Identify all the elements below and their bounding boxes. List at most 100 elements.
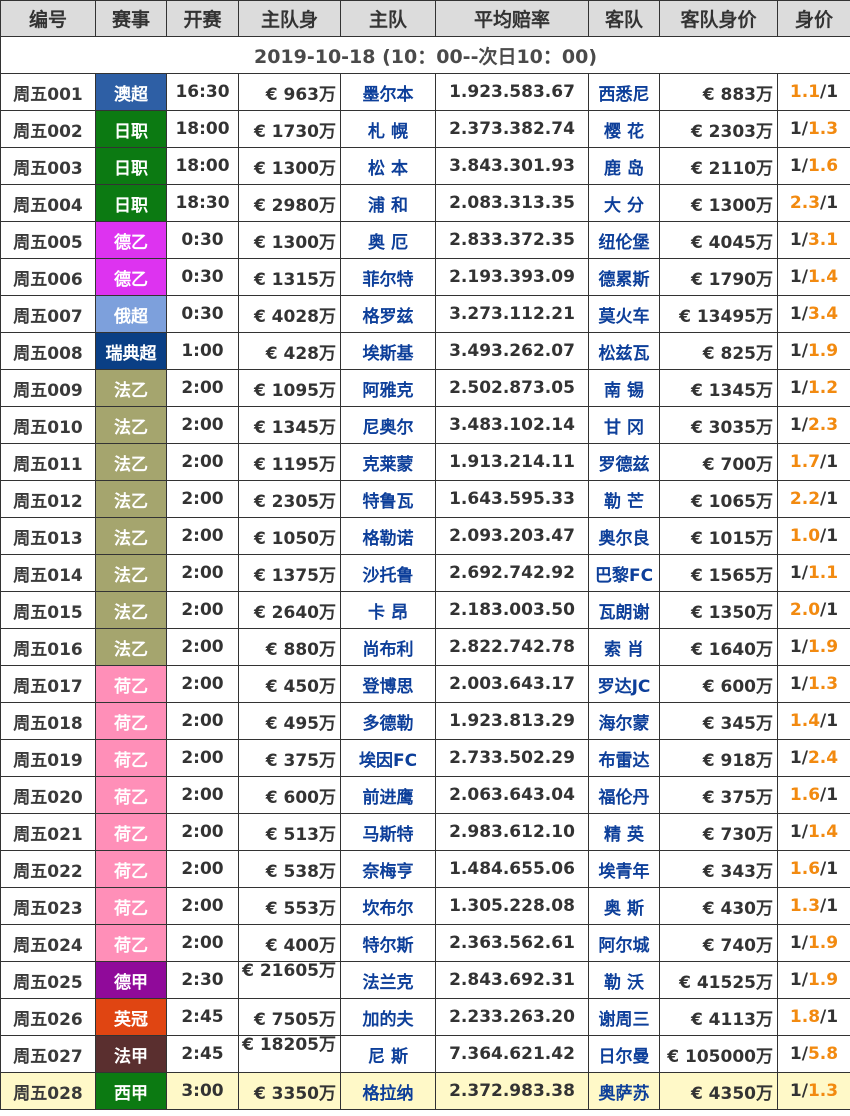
away-team: 勒 沃	[588, 961, 660, 999]
average-odds: 7.364.621.42	[435, 1035, 589, 1073]
value-ratio: 1/1.6	[777, 147, 850, 185]
date-banner-row: 2019-10-18 (10：00--次日10：00)	[0, 36, 850, 74]
ratio-home: 1.8	[789, 1007, 821, 1027]
league-badge: 瑞典超	[95, 332, 167, 370]
ratio-home: 1.6	[789, 785, 821, 805]
match-id: 周五001	[0, 73, 96, 111]
ratio-away: 1	[826, 711, 839, 731]
ratio-home: 1	[789, 748, 802, 768]
ratio-away: 1.2	[807, 378, 839, 398]
value-ratio: 1/1.9	[777, 924, 850, 962]
table-row: 周五019 荷乙 2:00 € 375万 埃因FC 2.733.502.29 布雷达 € 91…	[0, 739, 850, 777]
average-odds: 1.305.228.08	[435, 887, 589, 925]
league-badge: 德乙	[95, 221, 167, 259]
kickoff-time: 0:30	[166, 221, 239, 259]
table-row: 周五010 法乙 2:00 € 1345万 尼奥尔 3.483.102.14 甘 冈 € 30…	[0, 406, 850, 444]
ratio-home: 1	[789, 119, 802, 139]
home-team: 格拉纳	[340, 1072, 436, 1110]
average-odds: 3.483.102.14	[435, 406, 589, 444]
average-odds: 2.373.382.74	[435, 110, 589, 148]
value-ratio: 1/1.3	[777, 1072, 850, 1110]
value-ratio: 1/1.9	[777, 961, 850, 999]
ratio-home: 2.2	[789, 489, 821, 509]
ratio-home: 2.0	[789, 600, 821, 620]
away-team-value: € 2110万	[659, 147, 778, 185]
home-team: 奥 厄	[340, 221, 436, 259]
away-team-value: € 700万	[659, 443, 778, 481]
ratio-home: 1.4	[789, 711, 821, 731]
home-team-value: € 400万	[238, 924, 341, 962]
away-team: 埃青年	[588, 850, 660, 888]
away-team: 南 锡	[588, 369, 660, 407]
away-team: 罗德兹	[588, 443, 660, 481]
away-team: 海尔蒙	[588, 702, 660, 740]
away-team-value: € 825万	[659, 332, 778, 370]
league-badge: 日职	[95, 110, 167, 148]
kickoff-time: 2:00	[166, 480, 239, 518]
ratio-home: 1	[789, 1081, 802, 1101]
away-team-value: € 3035万	[659, 406, 778, 444]
home-team-value: € 538万	[238, 850, 341, 888]
kickoff-time: 18:30	[166, 184, 239, 222]
away-team: 奥萨苏	[588, 1072, 660, 1110]
average-odds: 2.833.372.35	[435, 221, 589, 259]
match-id: 周五016	[0, 628, 96, 666]
home-team: 浦 和	[340, 184, 436, 222]
ratio-home: 1	[789, 637, 802, 657]
away-team: 索 肖	[588, 628, 660, 666]
match-id: 周五009	[0, 369, 96, 407]
home-team: 奈梅亨	[340, 850, 436, 888]
table-row: 周五006 德乙 0:30 € 1315万 菲尔特 2.193.393.09 德累斯 € 17…	[0, 258, 850, 296]
ratio-away: 5.8	[807, 1044, 839, 1064]
away-team-value: € 600万	[659, 665, 778, 703]
away-team: 纽伦堡	[588, 221, 660, 259]
ratio-home: 1	[789, 822, 802, 842]
match-id: 周五022	[0, 850, 96, 888]
away-team: 罗达JC	[588, 665, 660, 703]
average-odds: 2.733.502.29	[435, 739, 589, 777]
home-team-value: € 18205万	[238, 1035, 341, 1073]
league-badge: 德乙	[95, 258, 167, 296]
home-team: 卡 昂	[340, 591, 436, 629]
away-team: 大 分	[588, 184, 660, 222]
value-ratio: 1/1.4	[777, 813, 850, 851]
away-team-value: € 4350万	[659, 1072, 778, 1110]
home-team: 特尔斯	[340, 924, 436, 962]
average-odds: 2.822.742.78	[435, 628, 589, 666]
home-team: 尼 斯	[340, 1035, 436, 1073]
table-row: 周五028 西甲 3:00 € 3350万 格拉纳 2.372.983.38 奥萨苏 € 43…	[0, 1072, 850, 1110]
ratio-away: 1	[826, 1007, 839, 1027]
value-ratio: 1/5.8	[777, 1035, 850, 1073]
league-badge: 荷乙	[95, 887, 167, 925]
ratio-home: 1	[789, 378, 802, 398]
away-team-value: € 105000万	[659, 1035, 778, 1073]
kickoff-time: 2:00	[166, 887, 239, 925]
home-team-value: € 1300万	[238, 221, 341, 259]
value-ratio: 1/3.4	[777, 295, 850, 333]
value-ratio: 1.7/1	[777, 443, 850, 481]
ratio-home: 1	[789, 341, 802, 361]
kickoff-time: 2:00	[166, 406, 239, 444]
match-id: 周五026	[0, 998, 96, 1036]
table-row: 周五027 法甲 2:45 € 18205万尼 斯 7.364.621.42 日尔曼 € 1…	[0, 1035, 850, 1073]
table-row: 周五008 瑞典超 1:00 € 428万 埃斯基 3.493.262.07 松兹瓦 € 82…	[0, 332, 850, 370]
average-odds: 2.193.393.09	[435, 258, 589, 296]
league-badge: 法乙	[95, 517, 167, 555]
home-team: 沙托鲁	[340, 554, 436, 592]
average-odds: 2.063.643.04	[435, 776, 589, 814]
away-team-value: € 41525万	[659, 961, 778, 999]
home-team-value: € 428万	[238, 332, 341, 370]
away-team: 巴黎FC	[588, 554, 660, 592]
home-team-value: € 21605万	[238, 961, 341, 999]
header-avg-odds: 平均赔率	[435, 0, 589, 37]
ratio-home: 1	[789, 156, 802, 176]
home-team: 马斯特	[340, 813, 436, 851]
league-badge: 荷乙	[95, 850, 167, 888]
match-id: 周五027	[0, 1035, 96, 1073]
kickoff-time: 2:00	[166, 369, 239, 407]
average-odds: 2.233.263.20	[435, 998, 589, 1036]
value-ratio: 1/1.3	[777, 665, 850, 703]
away-team: 日尔曼	[588, 1035, 660, 1073]
home-team-value: € 600万	[238, 776, 341, 814]
ratio-away: 1	[826, 489, 839, 509]
